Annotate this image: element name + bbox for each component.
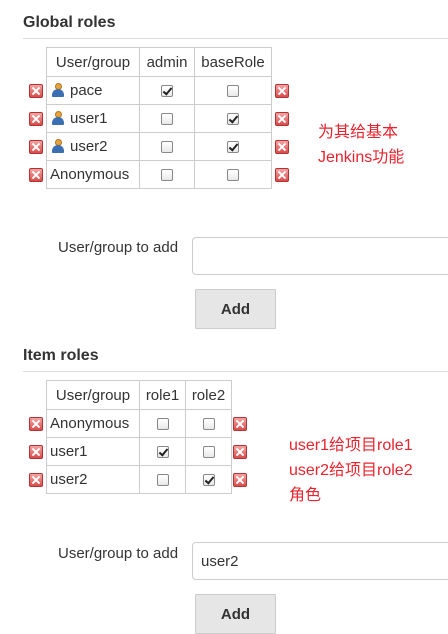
item-roles-annotation: user1给项目role1 user2给项目role2 角色: [289, 437, 413, 504]
row-name-cell: user2: [46, 465, 140, 494]
table-row: Anonymous: [46, 160, 272, 189]
admin-checkbox[interactable]: [161, 141, 173, 154]
global-add-label: User/group to add: [58, 239, 179, 256]
global-roles-divider: [23, 38, 448, 39]
user-name: Anonymous: [50, 166, 130, 183]
role1-checkbox[interactable]: [156, 446, 169, 459]
row-name-cell: pace: [46, 76, 140, 105]
global-roles-header-row: User/group admin baseRole: [46, 47, 272, 77]
role2-checkbox[interactable]: [202, 474, 215, 487]
header-admin: admin: [139, 47, 195, 77]
baserole-checkbox[interactable]: [227, 141, 239, 154]
header-user-group: User/group: [46, 47, 140, 77]
user-name: Anonymous: [50, 415, 130, 432]
user-name: user2: [50, 471, 88, 488]
table-row: Anonymous: [46, 409, 232, 438]
header-role2: role2: [185, 380, 232, 410]
user-name: pace: [70, 82, 103, 99]
global-add-button[interactable]: Add: [195, 289, 276, 329]
delete-row-icon[interactable]: [29, 417, 43, 431]
delete-row-icon[interactable]: [233, 445, 247, 459]
delete-row-icon[interactable]: [275, 112, 289, 126]
user-icon: [52, 83, 64, 97]
user-name: user2: [70, 138, 108, 155]
global-roles-title: Global roles: [23, 14, 116, 31]
table-row: user1: [46, 104, 272, 133]
delete-row-icon[interactable]: [29, 445, 43, 459]
delete-row-icon[interactable]: [275, 84, 289, 98]
item-add-button[interactable]: Add: [195, 594, 276, 634]
global-roles-annotation: 为其给基本 Jenkins功能: [318, 124, 405, 166]
row-name-cell: user1: [46, 104, 140, 133]
table-row: user2: [46, 465, 232, 494]
row-name-cell: user2: [46, 132, 140, 161]
item-roles-divider: [23, 371, 448, 372]
delete-row-icon[interactable]: [29, 84, 43, 98]
baserole-checkbox[interactable]: [227, 85, 239, 98]
table-row: user2: [46, 132, 272, 161]
global-roles-table: User/group admin baseRole pace user1 use…: [46, 47, 272, 189]
user-name: user1: [70, 110, 108, 127]
delete-row-icon[interactable]: [29, 473, 43, 487]
user-name: user1: [50, 443, 88, 460]
role1-checkbox[interactable]: [156, 474, 169, 487]
role2-checkbox[interactable]: [202, 446, 215, 459]
admin-checkbox[interactable]: [161, 85, 173, 98]
header-user-group: User/group: [46, 380, 140, 410]
user-icon: [52, 139, 64, 153]
role1-checkbox[interactable]: [156, 418, 169, 431]
baserole-checkbox[interactable]: [227, 113, 239, 126]
row-name-cell: Anonymous: [46, 160, 140, 189]
delete-row-icon[interactable]: [233, 473, 247, 487]
user-icon: [52, 111, 64, 125]
item-roles-header-row: User/group role1 role2: [46, 380, 232, 410]
role2-checkbox[interactable]: [202, 418, 215, 431]
item-roles-table: User/group role1 role2 Anonymous user1 u…: [46, 380, 232, 494]
header-baserole: baseRole: [194, 47, 272, 77]
row-name-cell: Anonymous: [46, 409, 140, 438]
header-role1: role1: [139, 380, 186, 410]
delete-row-icon[interactable]: [275, 140, 289, 154]
item-roles-title: Item roles: [23, 347, 99, 364]
delete-row-icon[interactable]: [29, 112, 43, 126]
admin-checkbox[interactable]: [161, 113, 173, 126]
baserole-checkbox[interactable]: [227, 169, 239, 182]
delete-row-icon[interactable]: [29, 140, 43, 154]
admin-checkbox[interactable]: [161, 169, 173, 182]
item-user-group-input[interactable]: [192, 542, 448, 580]
item-add-label: User/group to add: [58, 545, 179, 562]
delete-row-icon[interactable]: [233, 417, 247, 431]
delete-row-icon[interactable]: [29, 168, 43, 182]
row-name-cell: user1: [46, 437, 140, 466]
table-row: user1: [46, 437, 232, 466]
global-user-group-input[interactable]: [192, 237, 448, 275]
table-row: pace: [46, 76, 272, 105]
delete-row-icon[interactable]: [275, 168, 289, 182]
